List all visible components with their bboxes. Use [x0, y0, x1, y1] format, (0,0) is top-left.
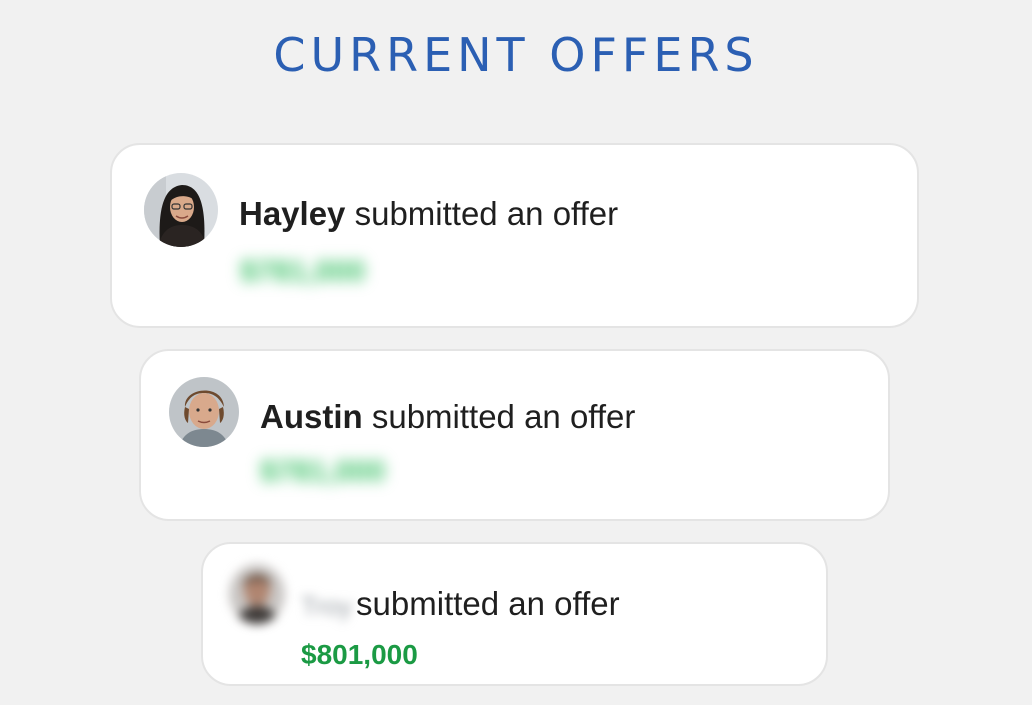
offer-action-text: submitted an offer	[362, 398, 636, 435]
offer-text: Troy submitted an offer	[301, 585, 620, 623]
offer-user-name: Austin	[260, 398, 363, 435]
offer-card[interactable]: Troy submitted an offer $801,000	[201, 542, 828, 686]
avatar	[144, 173, 218, 247]
avatar	[229, 564, 285, 624]
person-photo-icon	[229, 564, 285, 624]
offer-text: Hayley submitted an offer	[239, 195, 618, 233]
offer-amount: $781,000	[240, 255, 366, 288]
page-title: CURRENT OFFERS	[273, 28, 759, 82]
offer-amount: $781,000	[260, 455, 386, 488]
person-photo-icon	[169, 377, 239, 447]
person-photo-icon	[144, 173, 218, 247]
offer-card[interactable]: Hayley submitted an offer $781,000	[110, 143, 919, 328]
offer-action-text: submitted an offer	[356, 585, 620, 622]
offer-amount: $801,000	[301, 639, 418, 670]
offer-action-text: submitted an offer	[345, 195, 619, 232]
offer-user-name: Hayley	[239, 195, 346, 232]
offer-card[interactable]: Austin submitted an offer $781,000	[139, 349, 890, 521]
avatar	[169, 377, 239, 447]
offer-user-name: Troy	[301, 591, 353, 621]
offer-text: Austin submitted an offer	[260, 398, 635, 436]
